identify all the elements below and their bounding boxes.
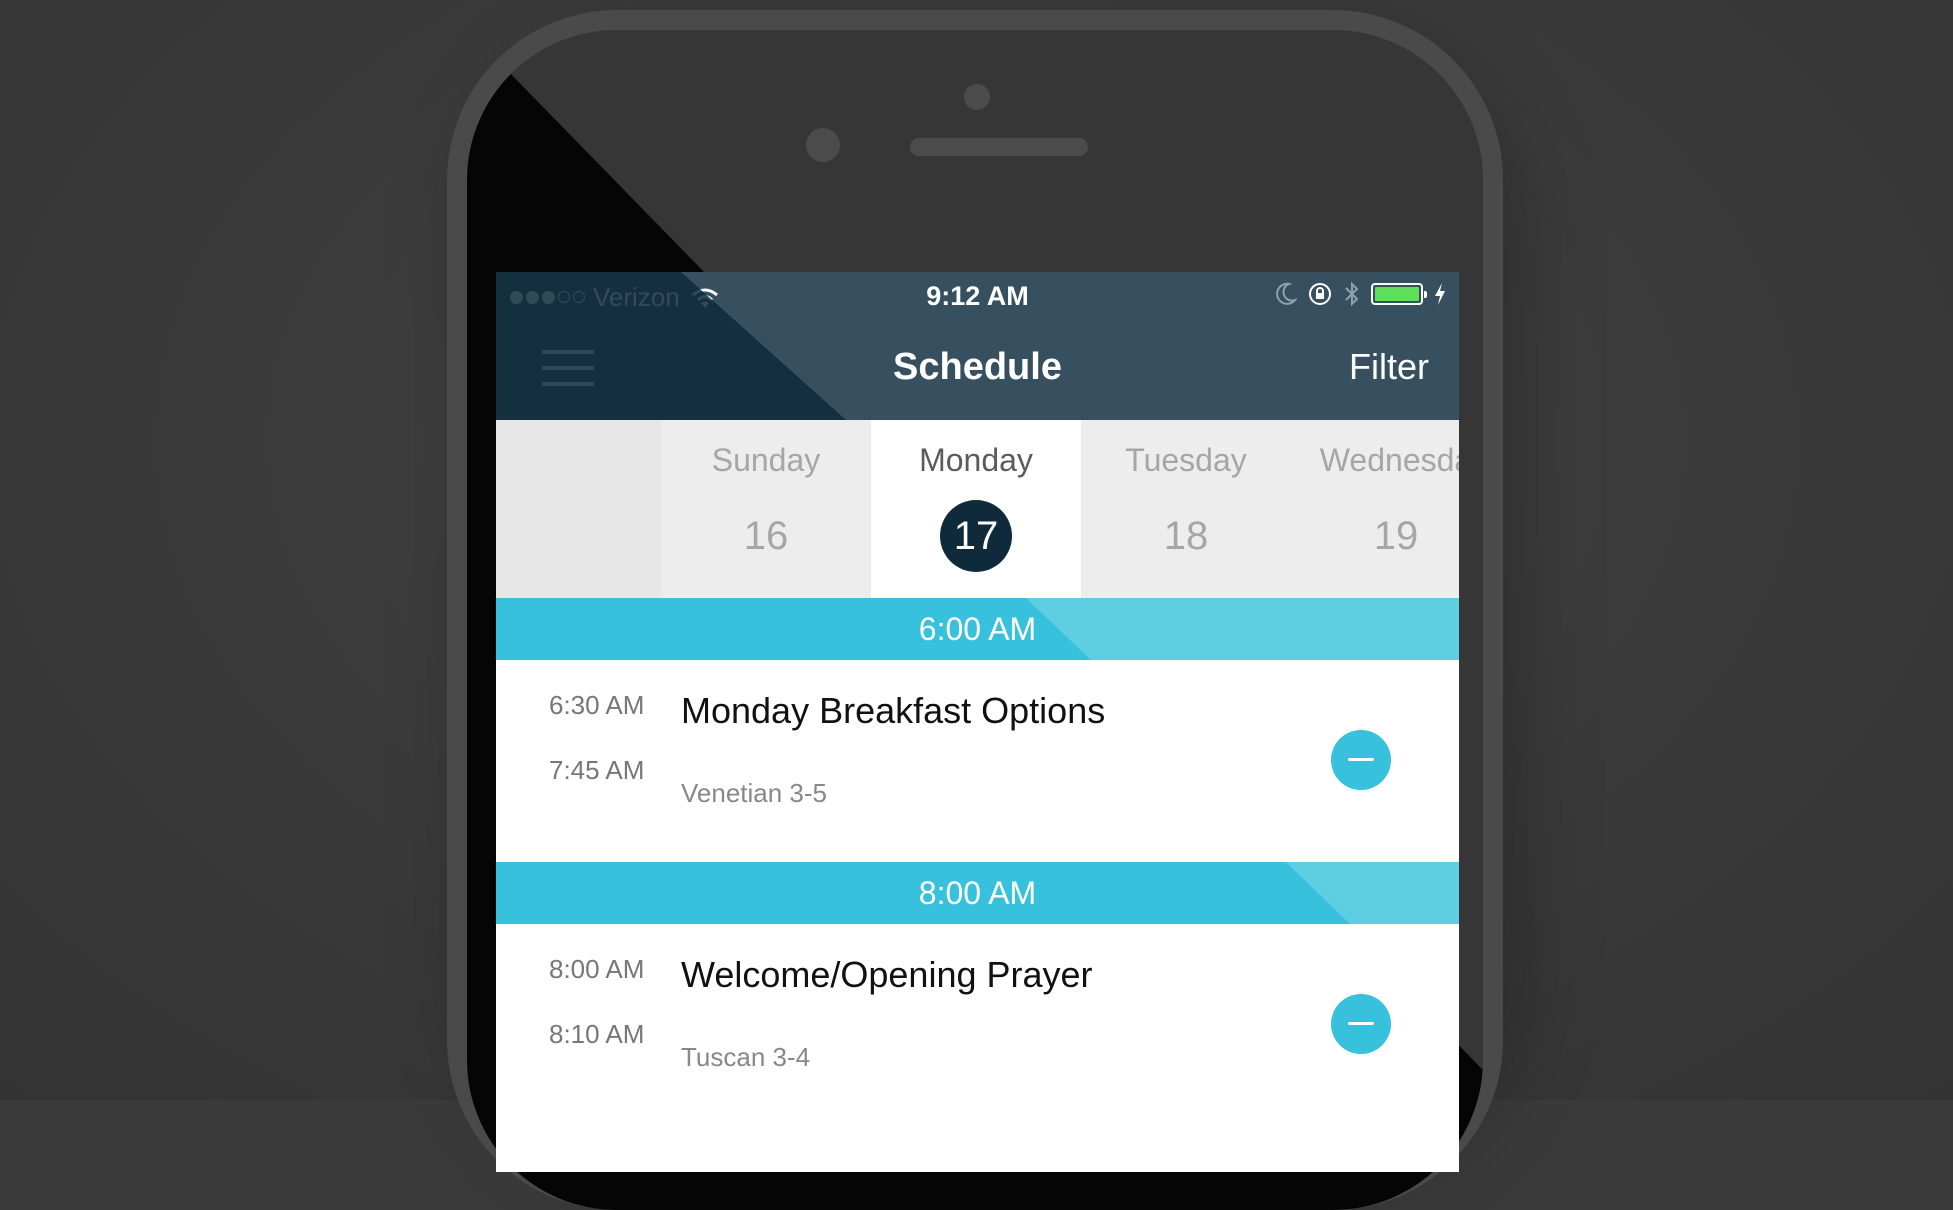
filter-button[interactable]: Filter [1349,346,1429,388]
day-number-selected: 17 [940,500,1012,572]
earpiece-speaker [910,138,1088,156]
phone-screen: Verizon 9:12 AM Schedule Filter Sunday 1… [496,272,1459,1172]
status-right [1275,280,1447,308]
day-name: Tuesday [1125,442,1247,478]
event-end-time: 8:10 AM [549,1019,645,1049]
navigation-bar: Schedule Filter [496,320,1459,420]
event-row[interactable]: 6:30 AM 7:45 AM Monday Breakfast Options… [496,660,1459,862]
event-room: Tuscan 3-4 [681,1042,811,1072]
moon-icon [1276,282,1297,305]
day-tab-monday[interactable]: Monday 17 [871,420,1081,598]
time-slot-label: 6:00 AM [918,611,1037,647]
event-end-time: 7:45 AM [549,755,645,785]
day-number: 19 [1373,514,1419,558]
day-number: 16 [743,514,789,558]
day-name: Wednesda [1319,442,1459,478]
battery-level [1375,287,1419,301]
day-name: Sunday [711,442,821,478]
day-selector: Sunday 16 Monday 17 Tuesday 18 Wednesda … [496,420,1459,598]
minus-icon [1348,758,1374,761]
status-bar: Verizon 9:12 AM [496,272,1459,320]
proximity-sensor [964,84,990,110]
time-slot-header: 8:00 AM [496,862,1459,924]
day-name: Monday [919,442,1033,478]
bluetooth-icon [1345,281,1359,307]
event-row[interactable]: 8:00 AM 8:10 AM Welcome/Opening Prayer T… [496,924,1459,1126]
charging-icon [1435,283,1445,305]
event-title: Monday Breakfast Options [681,690,1106,731]
time-slot-label: 8:00 AM [918,875,1037,911]
event-room: Venetian 3-5 [681,778,828,808]
day-tab-wednesday[interactable]: Wednesda 19 [1291,420,1459,598]
front-camera [806,128,840,162]
remove-event-button[interactable] [1331,994,1391,1054]
event-title: Welcome/Opening Prayer [681,954,1093,995]
remove-event-button[interactable] [1331,730,1391,790]
day-tab-tuesday[interactable]: Tuesday 18 [1081,420,1291,598]
rotation-lock-icon [1309,283,1331,305]
page-title: Schedule [893,346,1062,388]
event-start-time: 6:30 AM [549,690,645,720]
battery-icon [1371,283,1427,305]
time-slot-header: 6:00 AM [496,598,1459,660]
day-tab-sunday[interactable]: Sunday 16 [661,420,871,598]
minus-icon [1348,1022,1374,1025]
day-selector-spacer [496,420,661,598]
day-number: 18 [1163,514,1209,558]
event-start-time: 8:00 AM [549,954,645,984]
